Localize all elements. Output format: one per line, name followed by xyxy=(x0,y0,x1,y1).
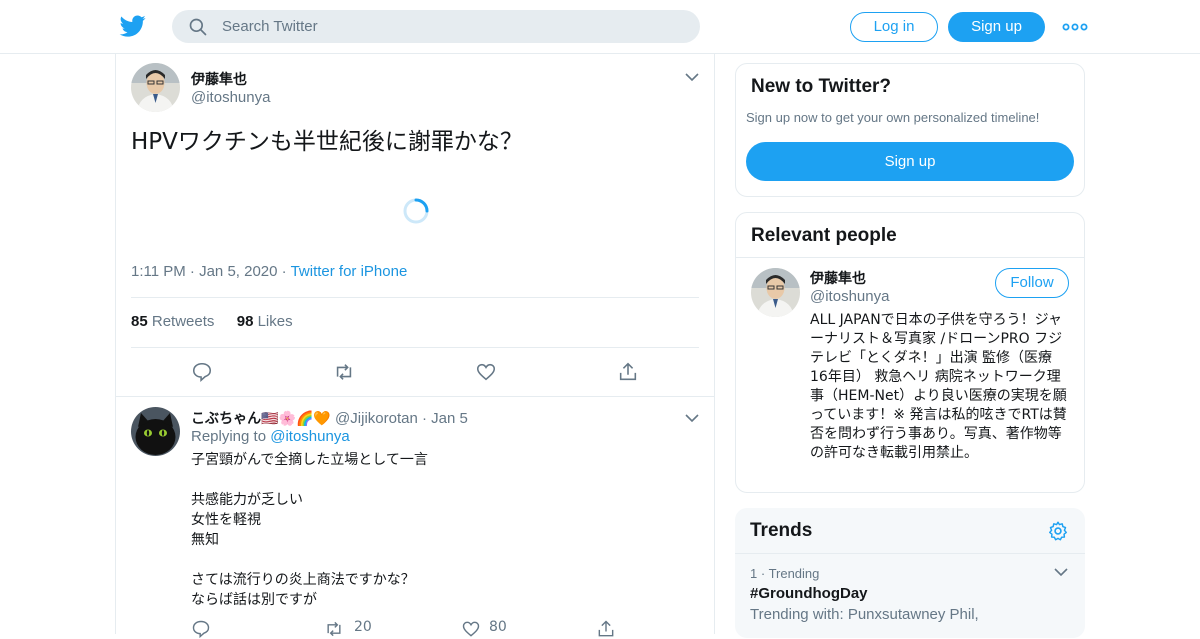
trends-card: Trends 1 · Trending #GroundhogDay Trendi… xyxy=(735,508,1085,638)
top-navigation-bar: Log in Sign up xyxy=(0,0,1200,54)
reply-author: こぶちゃん🇺🇸🌸🌈🧡 @Jijikorotan · Jan 5 xyxy=(191,410,468,427)
share-icon[interactable] xyxy=(596,619,616,639)
card-title: Trends xyxy=(750,520,813,541)
like-heart-icon[interactable] xyxy=(461,619,481,639)
divider xyxy=(736,257,1084,258)
reply-line xyxy=(191,470,428,490)
search-input[interactable] xyxy=(222,10,682,43)
chevron-down-icon[interactable] xyxy=(685,413,699,423)
card-title: New to Twitter? xyxy=(751,76,892,97)
reply-line: さては流行りの炎上商法ですかな？ xyxy=(191,572,415,588)
avatar[interactable] xyxy=(751,268,800,317)
person-handle[interactable]: @itoshunya xyxy=(810,288,889,305)
reply-line: ならば話は別ですが xyxy=(191,592,317,608)
tweet-column: 伊藤隼也 @itoshunya HPVワクチンも半世紀後に謝罪かな？ 1:11 … xyxy=(115,54,715,639)
trend-rank: 1 · Trending xyxy=(750,566,820,581)
reply-line xyxy=(191,550,428,570)
reply-line: 女性を軽視 xyxy=(191,512,261,528)
reply-icon[interactable] xyxy=(191,619,211,639)
avatar[interactable] xyxy=(131,63,180,112)
chevron-down-icon[interactable] xyxy=(685,72,699,82)
divider xyxy=(116,396,714,397)
relevant-people-card: Relevant people 伊藤隼也 @itoshunya Follow A… xyxy=(735,212,1085,493)
reply-retweet-count: 20 xyxy=(354,619,372,635)
card-subtitle: Sign up now to get your own personalized… xyxy=(746,110,1040,125)
loading-spinner-icon xyxy=(403,198,429,224)
more-dots-icon[interactable] xyxy=(1062,18,1088,36)
retweet-icon[interactable] xyxy=(324,619,344,639)
tweet-timestamp: 1:11 PM · Jan 5, 2020 · Twitter for iPho… xyxy=(131,263,408,280)
reply-date[interactable]: Jan 5 xyxy=(431,410,468,427)
likes-stat[interactable]: 98 Likes xyxy=(237,313,293,330)
signup-button[interactable]: Sign up xyxy=(746,142,1074,181)
author-name[interactable]: 伊藤隼也 xyxy=(191,69,247,89)
tweet-source-link[interactable]: Twitter for iPhone xyxy=(291,263,408,280)
tweet-date[interactable]: Jan 5, 2020 xyxy=(199,263,277,280)
retweets-stat[interactable]: 85 Retweets xyxy=(131,313,214,330)
tweet-text: HPVワクチンも半世紀後に謝罪かな？ xyxy=(131,129,523,155)
reply-like-count: 80 xyxy=(489,619,507,635)
login-button[interactable]: Log in xyxy=(850,12,938,42)
reply-author-name[interactable]: こぶちゃん🇺🇸🌸🌈🧡 xyxy=(191,411,331,427)
card-title: Relevant people xyxy=(751,225,897,246)
follow-button[interactable]: Follow xyxy=(995,268,1069,298)
twitter-bird-icon[interactable] xyxy=(119,13,147,39)
reply-text: 子宮頸がんで全摘した立場として一言 共感能力が乏しい 女性を軽視 無知 さては流… xyxy=(191,450,428,610)
like-heart-icon[interactable] xyxy=(475,361,497,383)
author-handle[interactable]: @itoshunya xyxy=(191,89,270,106)
reply-line: 無知 xyxy=(191,532,219,548)
reply-line: 子宮頸がんで全摘した立場として一言 xyxy=(191,452,428,468)
chevron-down-icon[interactable] xyxy=(1054,567,1068,577)
reply-actions: 20 80 xyxy=(191,617,621,639)
divider xyxy=(131,297,699,298)
person-name[interactable]: 伊藤隼也 xyxy=(810,268,866,288)
gear-icon[interactable] xyxy=(1047,520,1069,542)
reply-icon[interactable] xyxy=(191,361,213,383)
divider xyxy=(735,553,1085,554)
tweet-time[interactable]: 1:11 PM xyxy=(131,263,186,280)
reply-line: 共感能力が乏しい xyxy=(191,492,303,508)
retweet-icon[interactable] xyxy=(333,361,355,383)
avatar[interactable] xyxy=(131,407,180,456)
tweet-stats: 85 Retweets 98 Likes xyxy=(131,313,293,330)
trend-context: Trending with: Punxsutawney Phil, xyxy=(750,606,979,623)
new-to-twitter-card: New to Twitter? Sign up now to get your … xyxy=(735,63,1085,197)
divider xyxy=(131,347,699,348)
replying-to: Replying to @itoshunya xyxy=(191,428,350,445)
person-bio: ALL JAPANで日本の子供を守ろう！ジャーナリスト＆写真家 /ドローンPRO… xyxy=(810,312,1067,461)
search-bar xyxy=(172,10,700,43)
share-icon[interactable] xyxy=(617,361,639,383)
search-icon xyxy=(189,18,207,36)
trend-hashtag[interactable]: #GroundhogDay xyxy=(750,585,868,602)
replying-to-link[interactable]: @itoshunya xyxy=(270,428,349,445)
signup-button[interactable]: Sign up xyxy=(948,12,1045,42)
reply-author-handle[interactable]: @Jijikorotan xyxy=(335,410,418,427)
